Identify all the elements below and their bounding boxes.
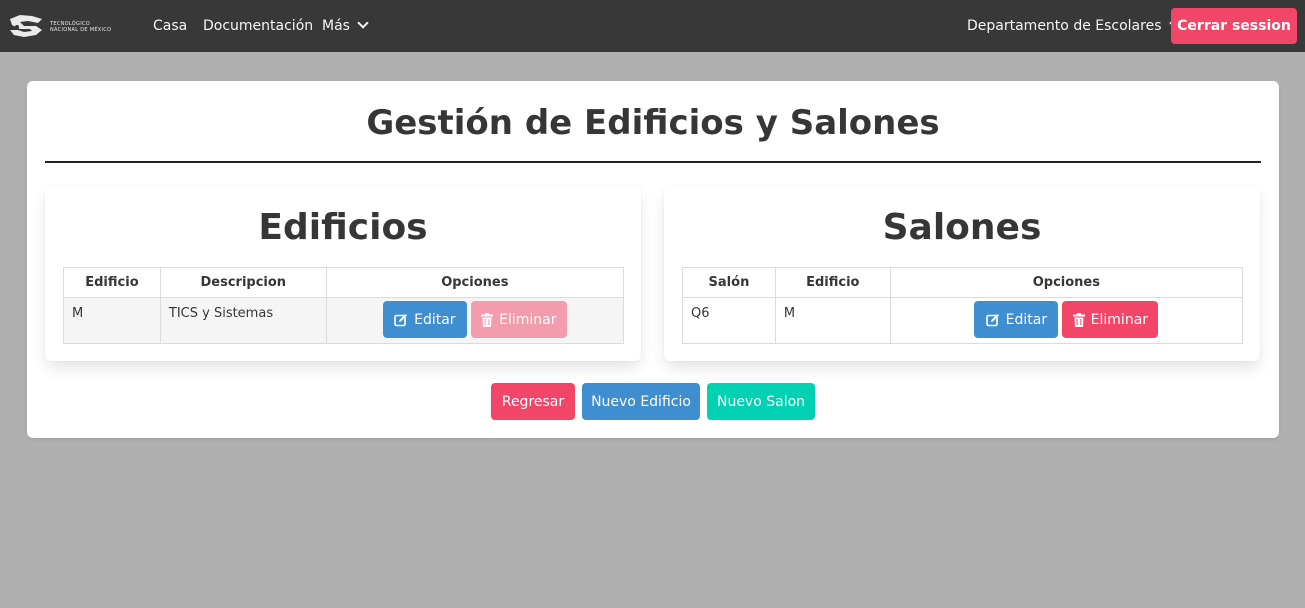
main-card: Gestión de Edificios y Salones Edificios… [27, 81, 1279, 438]
table-header-row: Salón Edificio Opciones [682, 267, 1244, 298]
column-header: Descripcion [159, 267, 327, 298]
brand-logo[interactable]: TECNOLÓGICO NACIONAL DE MÉXICO [8, 13, 132, 40]
column-header: Edificio [774, 267, 891, 298]
back-button[interactable]: Regresar [491, 383, 575, 420]
table-header-row: Edificio Descripcion Opciones [63, 267, 625, 298]
cell-descripcion: TICS y Sistemas [159, 297, 327, 344]
edit-button-label: Editar [414, 311, 456, 328]
nav-link-casa[interactable]: Casa [153, 16, 187, 36]
edit-button-label: Editar [1005, 311, 1048, 328]
edificios-title: Edificios [258, 207, 428, 248]
cell-salon: Q6 [682, 297, 776, 344]
edit-button[interactable]: Editar [382, 301, 467, 338]
cell-options: Editar Eliminar [325, 297, 625, 344]
new-room-button[interactable]: Nuevo Salon [707, 383, 815, 420]
delete-button-label: Eliminar [499, 311, 557, 328]
trash-icon [1072, 312, 1085, 327]
department-label: Departamento de Escolares [967, 18, 1162, 34]
edificios-table: Edificio Descripcion Opciones M TICS y S… [63, 267, 625, 344]
table-row: M TICS y Sistemas Editar Eliminar [63, 297, 625, 344]
tecnm-logo-icon [10, 15, 42, 37]
column-header: Edificio [63, 267, 161, 298]
brand-line-2: NACIONAL DE MÉXICO [50, 26, 112, 33]
delete-button[interactable]: Eliminar [1062, 301, 1159, 338]
edit-button[interactable]: Editar [974, 301, 1059, 338]
cell-edificio: M [63, 297, 161, 344]
new-building-button[interactable]: Nuevo Edificio [582, 383, 700, 420]
logout-button[interactable]: Cerrar session [1171, 8, 1297, 44]
nav-link-documentacion[interactable]: Documentación [203, 16, 313, 36]
cell-options: Editar Eliminar [889, 297, 1244, 344]
navbar: TECNOLÓGICO NACIONAL DE MÉXICO Casa Docu… [0, 0, 1305, 52]
cell-edificio: M [774, 297, 891, 344]
edit-icon [985, 313, 999, 326]
page-title: Gestión de Edificios y Salones [366, 103, 940, 143]
edit-icon [394, 313, 408, 326]
column-header: Opciones [889, 267, 1244, 298]
title-divider [45, 161, 1261, 163]
department-dropdown[interactable]: Departamento de Escolares [967, 16, 1181, 36]
salones-table: Salón Edificio Opciones Q6 M Editar Elim… [682, 267, 1244, 344]
table-row: Q6 M Editar Eliminar [682, 297, 1244, 344]
nav-dropdown-mas-label: Más [322, 18, 350, 34]
delete-button-label: Eliminar [1090, 311, 1149, 328]
brand-text: TECNOLÓGICO NACIONAL DE MÉXICO [50, 21, 111, 33]
edificios-panel: Edificios Edificio Descripcion Opciones … [45, 186, 641, 361]
delete-button: Eliminar [470, 301, 567, 338]
salones-title: Salones [882, 207, 1042, 248]
nav-dropdown-mas[interactable]: Más [322, 16, 369, 36]
chevron-down-icon [357, 17, 369, 29]
salones-panel: Salones Salón Edificio Opciones Q6 M Edi… [664, 186, 1260, 361]
column-header: Opciones [325, 267, 625, 298]
trash-icon [481, 312, 494, 327]
column-header: Salón [682, 267, 776, 298]
